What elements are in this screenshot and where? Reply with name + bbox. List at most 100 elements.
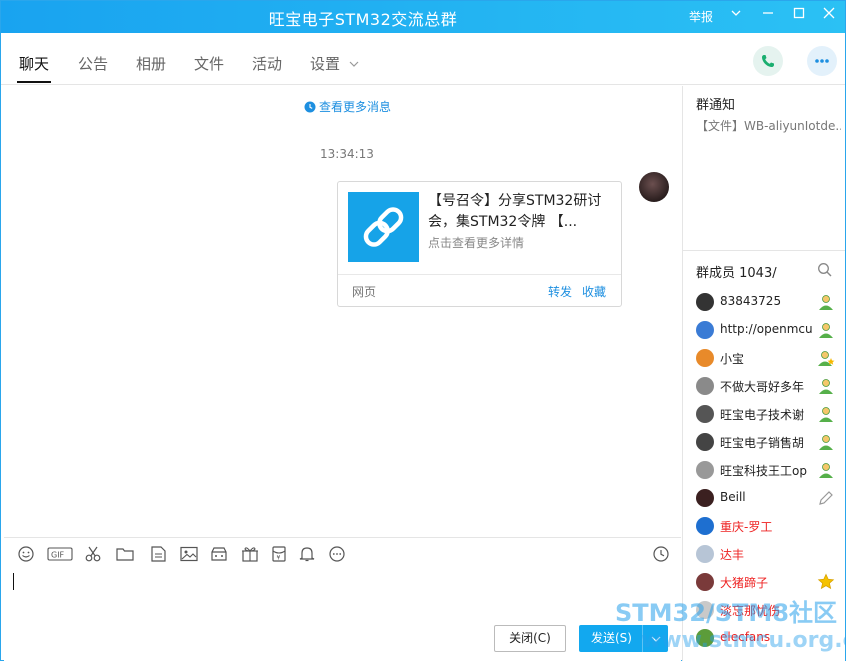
forward-link[interactable]: 转发 [548, 283, 572, 300]
avatar[interactable] [696, 293, 714, 311]
member-row[interactable]: 旺宝电子技术谢 [683, 401, 845, 429]
avatar[interactable] [696, 433, 714, 451]
maximize-icon[interactable] [790, 7, 808, 25]
link-icon [363, 207, 404, 247]
member-row[interactable]: Beill [683, 485, 845, 513]
gift-icon[interactable] [241, 546, 259, 562]
tab-settings[interactable]: 设置 [310, 53, 359, 74]
send-label: 发送(S) [591, 631, 632, 645]
avatar[interactable] [696, 377, 714, 395]
view-more-messages-label: 查看更多消息 [319, 100, 392, 114]
scissors-icon[interactable] [84, 546, 102, 562]
more-options-button[interactable] [807, 46, 837, 76]
member-row[interactable]: 重庆-罗工 [683, 513, 845, 541]
group-sidebar: 群通知 【文件】WB-aliyunIotde... 群成员 1043/ 8384… [682, 86, 845, 661]
document-icon[interactable] [149, 546, 167, 562]
favorite-link[interactable]: 收藏 [582, 283, 606, 300]
member-row[interactable]: 小宝 [683, 345, 845, 373]
tab-album[interactable]: 相册 [136, 53, 166, 74]
view-more-messages-link[interactable]: 查看更多消息 [304, 98, 391, 115]
member-name: 达丰 [720, 548, 745, 562]
admin-badge-icon [817, 293, 835, 311]
window-title: 旺宝电子STM32交流总群 [268, 10, 458, 29]
minimize-icon[interactable] [759, 7, 777, 25]
message-input[interactable]: 关闭(C) 发送(S) [4, 569, 681, 661]
member-name: 83843725 [720, 294, 782, 308]
avatar[interactable] [696, 349, 714, 367]
more-icon [815, 59, 829, 63]
sender-avatar[interactable] [639, 172, 669, 202]
member-name: Beill [720, 490, 746, 504]
admin-badge-icon [817, 321, 835, 339]
member-row[interactable]: 83843725 [683, 289, 845, 317]
history-clock-icon[interactable] [652, 546, 670, 562]
member-row[interactable]: 不做大哥好多年 [683, 373, 845, 401]
edit-icon[interactable] [817, 489, 835, 507]
folder-icon[interactable] [116, 546, 134, 562]
phone-call-button[interactable] [753, 46, 783, 76]
member-name: 大猪蹄子 [720, 576, 769, 590]
link-share-card[interactable]: 【号召令】分享STM32研讨会，集STM32令牌 【... 点击查看更多详情 网… [337, 181, 622, 307]
tab-notice[interactable]: 公告 [78, 53, 108, 74]
admin-badge-icon [817, 433, 835, 451]
member-name: http://openmcu [720, 322, 813, 336]
member-row[interactable]: 达丰 [683, 541, 845, 569]
close-button[interactable]: 关闭(C) [494, 625, 566, 652]
admin-badge-icon [817, 377, 835, 395]
member-name: 不做大哥好多年 [720, 380, 805, 394]
admin-badge-icon [817, 461, 835, 479]
avatar[interactable] [696, 461, 714, 479]
red-packet-icon[interactable]: ¥ [270, 546, 288, 562]
watermark-line1: STM32/STM8社区 [615, 599, 837, 627]
admin-badge-icon [817, 405, 835, 423]
avatar[interactable] [696, 517, 714, 535]
clock-icon [304, 101, 316, 113]
image-icon[interactable] [180, 546, 198, 562]
card-source: 网页 [352, 285, 377, 299]
phone-icon [762, 55, 774, 67]
avatar[interactable] [696, 545, 714, 563]
owner-badge-icon [817, 349, 835, 367]
report-link[interactable]: 举报 [689, 8, 713, 25]
member-row[interactable]: 旺宝科技王工op [683, 457, 845, 485]
avatar[interactable] [696, 489, 714, 507]
message-timestamp: 13:34:13 [320, 147, 374, 161]
member-row[interactable]: 大猪蹄子 [683, 569, 845, 597]
tab-chat[interactable]: 聊天 [16, 53, 52, 83]
member-name: 旺宝电子技术谢 [720, 408, 805, 422]
bell-icon[interactable] [298, 546, 316, 562]
star-icon [817, 573, 835, 591]
link-thumbnail [348, 192, 419, 262]
tab-activity[interactable]: 活动 [252, 53, 282, 74]
close-icon[interactable] [820, 7, 838, 25]
gif-icon[interactable]: GIF [47, 546, 73, 562]
tab-settings-label: 设置 [310, 55, 341, 73]
tab-bar: 聊天 公告 相册 文件 活动 设置 [1, 33, 845, 85]
group-notice-title: 群通知 [696, 98, 736, 113]
member-row[interactable]: http://openmcu [683, 317, 845, 345]
svg-text:GIF: GIF [51, 551, 65, 560]
member-name: 旺宝科技王工op [720, 464, 807, 478]
member-name: 重庆-罗工 [720, 520, 773, 534]
title-bar[interactable]: 旺宝电子STM32交流总群 举报 [1, 1, 845, 33]
avatar[interactable] [696, 321, 714, 339]
chevron-down-icon[interactable] [727, 7, 745, 25]
chevron-down-icon [349, 61, 359, 67]
emoji-icon[interactable] [17, 546, 35, 562]
chat-messages[interactable]: 查看更多消息 13:34:13 【号召令】分享STM32研讨会，集STM32令牌… [4, 86, 681, 537]
svg-text:¥: ¥ [277, 555, 281, 562]
member-row[interactable]: 旺宝电子销售胡 [683, 429, 845, 457]
avatar[interactable] [696, 573, 714, 591]
card-footer: 网页 转发 收藏 [338, 274, 621, 307]
text-caret [13, 573, 14, 590]
shop-icon[interactable] [210, 546, 228, 562]
card-title: 【号召令】分享STM32研讨会，集STM32令牌 【... [428, 193, 602, 230]
search-icon[interactable] [817, 262, 833, 278]
more-tools-icon[interactable] [328, 546, 346, 562]
group-notice-body[interactable]: 【文件】WB-aliyunIotde... [696, 117, 841, 134]
tab-files[interactable]: 文件 [194, 53, 224, 74]
member-name: 旺宝电子销售胡 [720, 436, 805, 450]
members-title: 群成员 1043/ [696, 266, 777, 281]
sidebar-divider [683, 250, 845, 251]
avatar[interactable] [696, 405, 714, 423]
